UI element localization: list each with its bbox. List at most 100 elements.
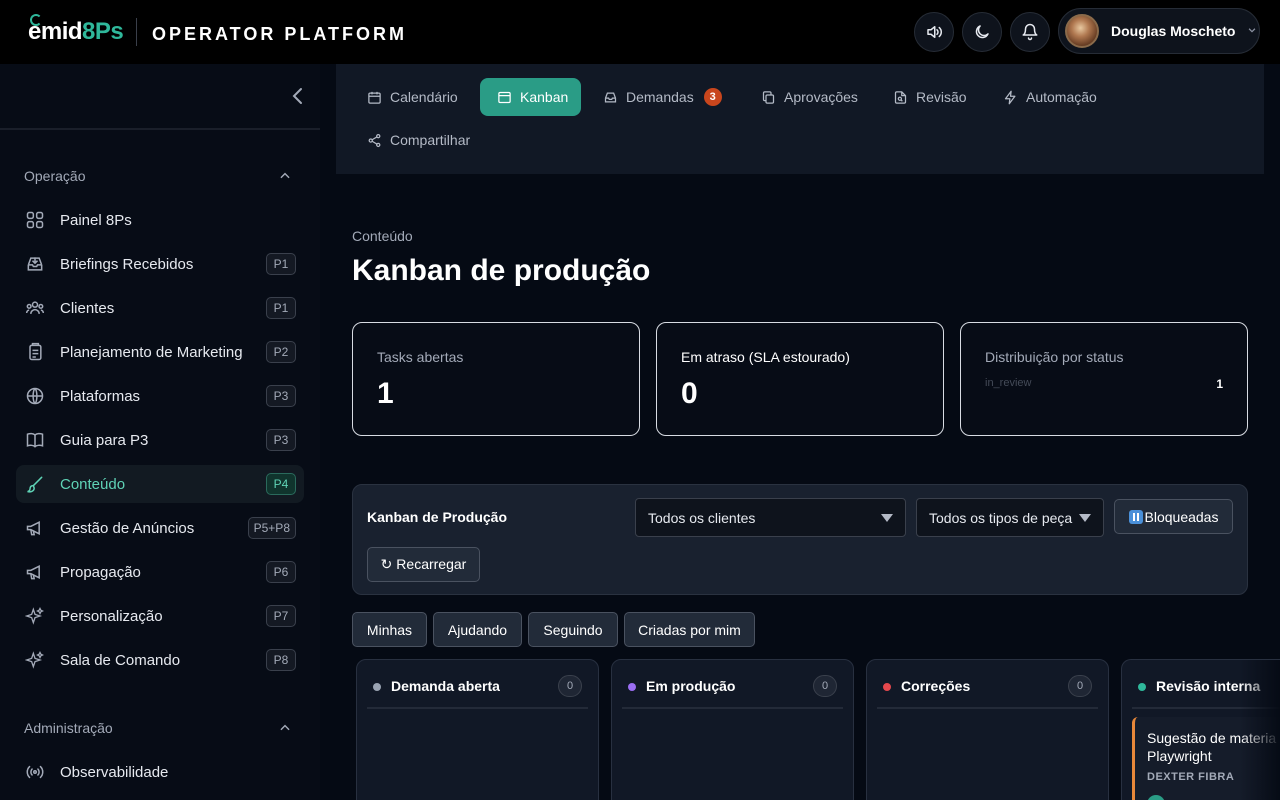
sidebar-item-planejamento[interactable]: Planejamento de Marketing P2	[16, 333, 304, 371]
status-key: in_review	[985, 377, 1032, 389]
collapse-sidebar-button[interactable]	[286, 84, 310, 108]
stat-value: 0	[681, 377, 698, 410]
bell-icon	[1022, 23, 1038, 41]
moon-icon	[975, 25, 989, 39]
book-icon	[24, 429, 46, 451]
column-count: 0	[558, 675, 582, 697]
platform-title: OPERATOR PLATFORM	[152, 24, 407, 44]
page-title: Kanban de produção	[352, 254, 651, 287]
demandas-count-badge: 3	[703, 88, 722, 106]
filter-following-button[interactable]: Seguindo	[528, 612, 618, 647]
tab-aprovacoes[interactable]: Aprovações	[760, 78, 858, 116]
column-divider	[877, 707, 1098, 709]
column-title: Correções	[901, 678, 971, 694]
bolt-icon	[1002, 89, 1018, 105]
logo[interactable]: emid8Ps	[28, 14, 124, 46]
avatar	[1065, 14, 1099, 48]
tab-calendario[interactable]: Calendário	[366, 78, 458, 116]
tab-label: Aprovações	[784, 89, 858, 105]
assignee-avatar	[1147, 795, 1165, 800]
tab-kanban[interactable]: Kanban	[480, 78, 581, 116]
chevron-down-icon	[1247, 25, 1257, 38]
status-value: 1	[1216, 377, 1223, 391]
filter-created-by-me-button[interactable]: Criadas por mim	[624, 612, 755, 647]
tab-demandas[interactable]: Demandas 3	[602, 78, 722, 116]
chevron-up-icon[interactable]	[278, 169, 292, 183]
user-menu[interactable]: Douglas Moscheto	[1058, 8, 1260, 54]
tab-label: Compartilhar	[390, 132, 471, 148]
phase-badge: P3	[266, 429, 296, 451]
brush-icon	[24, 473, 46, 495]
logo-mark	[30, 14, 42, 26]
chevron-left-icon	[292, 88, 302, 104]
sidebar-item-painel[interactable]: Painel 8Ps	[16, 201, 304, 239]
kanban-column-correcoes: Correções 0	[866, 659, 1109, 800]
sidebar-item-sala-comando[interactable]: Sala de Comando P8	[16, 641, 304, 679]
panel-title: Kanban de Produção	[367, 509, 508, 525]
sidebar-item-clientes[interactable]: Clientes P1	[16, 289, 304, 327]
speaker-icon	[927, 26, 942, 38]
theme-toggle-button[interactable]	[962, 12, 1002, 52]
stat-value: 1	[377, 377, 394, 410]
sidebar-item-personalizacao[interactable]: Personalização P7	[16, 597, 304, 635]
sidebar-item-label: Plataformas	[60, 387, 141, 405]
sidebar-item-label: Conteúdo	[60, 475, 126, 493]
sidebar-item-label: Gestão de Anúncios	[60, 519, 195, 537]
section-operacao-title: Operação	[24, 168, 86, 184]
filter-helping-button[interactable]: Ajudando	[433, 612, 522, 647]
stat-label: Distribuição por status	[985, 349, 1124, 365]
sound-button[interactable]	[914, 12, 954, 52]
notifications-button[interactable]	[1010, 12, 1050, 52]
phase-badge: P3	[266, 385, 296, 407]
sidebar-item-label: Propagação	[60, 563, 141, 581]
stat-card-late: Em atraso (SLA estourado) 0	[656, 322, 944, 436]
button-label: ↻ Recarregar	[380, 556, 467, 572]
button-label: Bloqueadas	[1144, 508, 1219, 525]
clipboard-icon	[24, 341, 46, 363]
file-search-icon	[892, 89, 908, 105]
user-name: Douglas Moscheto	[1111, 23, 1236, 39]
sidebar-item-label: Guia para P3	[60, 431, 149, 449]
stat-card-distribution: Distribuição por status in_review 1	[960, 322, 1248, 436]
piece-type-select[interactable]: Todos os tipos de peça	[916, 498, 1104, 537]
chevron-up-icon[interactable]	[278, 721, 292, 735]
dropdown-arrow-icon	[1079, 514, 1091, 522]
task-client: DEXTER FIBRA	[1147, 771, 1235, 783]
sidebar-item-observabilidade[interactable]: Observabilidade	[16, 753, 304, 791]
stat-card-open-tasks: Tasks abertas 1	[352, 322, 640, 436]
reload-button[interactable]: ↻ Recarregar	[367, 547, 480, 582]
filter-mine-button[interactable]: Minhas	[352, 612, 427, 647]
phase-badge: P6	[266, 561, 296, 583]
tab-label: Automação	[1026, 89, 1097, 105]
blocked-button[interactable]: Bloqueadas	[1114, 499, 1233, 534]
sidebar-item-label: Planejamento de Marketing	[60, 343, 243, 361]
phase-badge: P4	[266, 473, 296, 495]
sidebar-item-plataformas[interactable]: Plataformas P3	[16, 377, 304, 415]
client-select[interactable]: Todos os clientes	[635, 498, 906, 537]
sidebar-item-conteudo[interactable]: Conteúdo P4	[16, 465, 304, 503]
logo-accent: 8Ps	[82, 18, 124, 45]
sidebar-item-anuncios[interactable]: Gestão de Anúncios P5+P8	[16, 509, 304, 547]
breadcrumb: Conteúdo	[352, 228, 413, 244]
megaphone-icon	[24, 517, 46, 539]
sidebar-item-guia[interactable]: Guia para P3 P3	[16, 421, 304, 459]
broadcast-icon	[24, 761, 46, 783]
dropdown-arrow-icon	[881, 514, 893, 522]
sidebar-item-label: Sala de Comando	[60, 651, 181, 669]
tab-compartilhar[interactable]: Compartilhar	[366, 121, 470, 159]
sidebar: Operação Painel 8Ps Briefings Recebidos …	[0, 64, 320, 800]
sidebar-item-propagacao[interactable]: Propagação P6	[16, 553, 304, 591]
column-count: 0	[1068, 675, 1092, 697]
section-administracao-title: Administração	[24, 720, 113, 736]
sidebar-item-label: Briefings Recebidos	[60, 255, 194, 273]
inbox-icon	[602, 89, 618, 105]
sparkles-icon	[24, 649, 46, 671]
tab-automacao[interactable]: Automação	[1002, 78, 1097, 116]
megaphone-icon	[24, 561, 46, 583]
sparkles-icon	[24, 605, 46, 627]
tab-revisao[interactable]: Revisão	[892, 78, 967, 116]
stat-label: Em atraso (SLA estourado)	[681, 349, 850, 365]
sidebar-item-label: Clientes	[60, 299, 115, 317]
sidebar-item-briefings[interactable]: Briefings Recebidos P1	[16, 245, 304, 283]
tab-label: Demandas	[626, 89, 694, 105]
